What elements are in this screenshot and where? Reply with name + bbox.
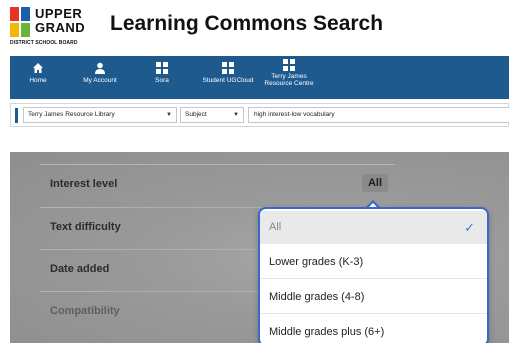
logo-mark-icon — [10, 7, 32, 37]
option-label: All — [269, 221, 282, 233]
nav-label-line1: Terry James — [271, 73, 307, 80]
nav-label: Sora — [155, 77, 169, 84]
nav-item-home[interactable]: Home — [20, 56, 56, 99]
option-label: Middle grades (4-8) — [269, 291, 365, 303]
nav-item-terry-james-resource-centre[interactable]: Terry James Resource Centre — [260, 56, 318, 99]
dropdown-option-middle-grades[interactable]: Middle grades (4-8) — [260, 281, 487, 314]
logo-text-upper: UPPER — [35, 6, 83, 21]
grid-icon — [156, 62, 168, 74]
logo-text-grand: GRAND — [35, 20, 86, 35]
search-bar: Terry James Resource Library ▼ Subject ▼… — [10, 103, 509, 127]
nav-label: My Account — [83, 77, 117, 84]
field-select[interactable]: Subject ▼ — [180, 107, 244, 123]
grid-icon — [283, 59, 295, 71]
checkmark-icon: ✓ — [464, 220, 475, 235]
filter-label: Date added — [50, 263, 110, 275]
nav-item-sora[interactable]: Sora — [148, 56, 176, 99]
search-input-value: high interest-low vocabulary — [254, 111, 335, 118]
option-label: Middle grades plus (6+) — [269, 326, 385, 338]
dropdown-option-lower-grades[interactable]: Lower grades (K-3) — [260, 246, 487, 279]
dropdown-option-all[interactable]: All ✓ — [260, 211, 487, 244]
filter-label: Compatibility — [50, 305, 120, 317]
search-bar-accent — [15, 108, 18, 123]
nav-label: Home — [29, 77, 47, 84]
interest-level-value[interactable]: All — [362, 174, 388, 192]
logo-subtitle: DISTRICT SCHOOL BOARD — [10, 40, 78, 46]
main-nav: Home My Account Sora Student UGCloud Ter… — [10, 56, 509, 99]
library-select[interactable]: Terry James Resource Library ▼ — [23, 107, 177, 123]
home-icon — [33, 63, 43, 73]
filter-label: Text difficulty — [50, 221, 121, 233]
chevron-down-icon: ▼ — [166, 112, 172, 118]
library-select-value: Terry James Resource Library — [28, 111, 115, 118]
page-title: Learning Commons Search — [110, 12, 384, 35]
header: UPPER GRAND DISTRICT SCHOOL BOARD Learni… — [0, 0, 509, 54]
board-logo[interactable]: UPPER GRAND DISTRICT SCHOOL BOARD — [10, 7, 100, 51]
filter-row-interest-level[interactable]: Interest level — [40, 164, 395, 204]
page: UPPER GRAND DISTRICT SCHOOL BOARD Learni… — [0, 0, 509, 343]
filter-label: Interest level — [50, 178, 118, 190]
chevron-down-icon: ▼ — [233, 112, 239, 118]
grid-icon — [222, 62, 234, 74]
nav-label: Student UGCloud — [202, 77, 254, 84]
nav-item-my-account[interactable]: My Account — [74, 56, 126, 99]
nav-item-student-ugcloud[interactable]: Student UGCloud — [198, 56, 258, 99]
field-select-value: Subject — [185, 111, 207, 118]
user-icon — [95, 62, 105, 74]
search-input[interactable]: high interest-low vocabulary — [248, 107, 509, 123]
nav-label-line2: Resource Centre — [264, 80, 314, 87]
option-label: Lower grades (K-3) — [269, 256, 364, 268]
interest-level-dropdown: All ✓ Lower grades (K-3) Middle grades (… — [258, 207, 489, 343]
dropdown-option-middle-grades-plus[interactable]: Middle grades plus (6+) — [260, 316, 487, 343]
